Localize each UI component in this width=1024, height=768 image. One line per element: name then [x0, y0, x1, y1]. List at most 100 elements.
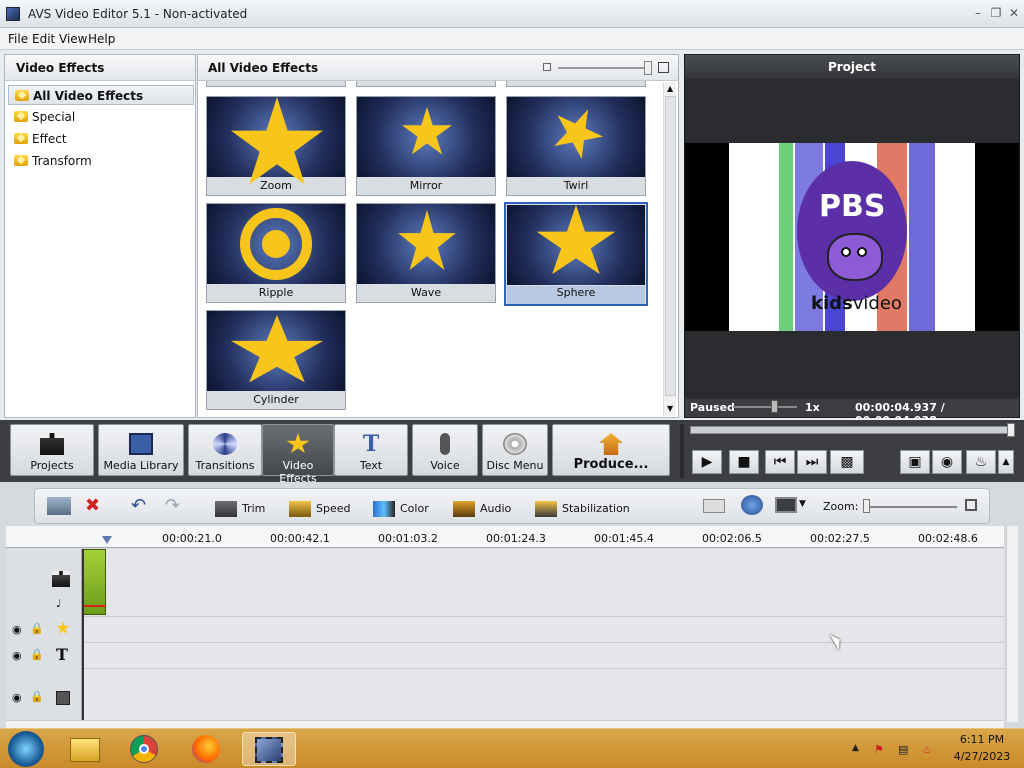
- overlay-track[interactable]: [82, 669, 1004, 721]
- eye-icon[interactable]: ◉: [12, 649, 22, 662]
- play-button[interactable]: ▶: [692, 450, 722, 474]
- webcam-icon[interactable]: [741, 495, 763, 515]
- lock-icon[interactable]: 🔒: [30, 648, 44, 661]
- effect-tile-partial: [356, 81, 496, 87]
- scrollbar-thumb[interactable]: [665, 96, 676, 396]
- minimize-button[interactable]: –: [970, 6, 986, 20]
- text-track[interactable]: [82, 643, 1004, 669]
- folder-icon: [70, 738, 100, 762]
- stop-button[interactable]: ■: [729, 450, 759, 474]
- effects-track[interactable]: [82, 617, 1004, 643]
- effect-tile-wave[interactable]: Wave: [356, 203, 496, 303]
- overlay-track-header: ◉ 🔒: [6, 669, 82, 721]
- category-effect[interactable]: Effect: [8, 129, 194, 149]
- effect-tile-ripple[interactable]: Ripple: [206, 203, 346, 303]
- thumbnail-size-slider[interactable]: [558, 67, 650, 69]
- text-track-icon: T: [56, 645, 68, 664]
- effect-tile-cylinder[interactable]: Cylinder: [206, 310, 346, 410]
- video-preview[interactable]: PBS kidsvideo: [685, 143, 1019, 331]
- effect-tile-twirl[interactable]: Twirl: [506, 96, 646, 196]
- category-transform[interactable]: Transform: [8, 151, 194, 171]
- tray-clock[interactable]: 6:11 PM 4/27/2023: [950, 733, 1014, 763]
- redo-icon[interactable]: ↷: [165, 495, 180, 516]
- projects-button[interactable]: Projects: [10, 424, 94, 476]
- small-thumbnail-icon[interactable]: [543, 63, 551, 71]
- delete-effect-icon[interactable]: [47, 497, 71, 515]
- taskbar-firefox[interactable]: [180, 732, 234, 766]
- trim-button[interactable]: Trim: [215, 501, 265, 517]
- timeline-ruler[interactable]: 00:00:21.0 00:00:42.1 00:01:03.2 00:01:2…: [6, 526, 1004, 548]
- lock-icon[interactable]: 🔒: [30, 622, 44, 635]
- maximize-button[interactable]: ❐: [988, 6, 1004, 20]
- category-special[interactable]: Special: [8, 107, 194, 127]
- film-icon: [255, 737, 283, 763]
- taskbar-file-explorer[interactable]: [58, 732, 112, 766]
- volume-button[interactable]: ♨: [966, 450, 996, 474]
- text-button[interactable]: T Text: [334, 424, 408, 476]
- audio-button[interactable]: Audio: [453, 501, 511, 517]
- produce-button[interactable]: Produce...: [552, 424, 670, 476]
- speed-slider-handle[interactable]: [771, 400, 778, 413]
- title-bar: AVS Video Editor 5.1 - Non-activated – ❐…: [0, 0, 1024, 28]
- stabilization-label: Stabilization: [562, 502, 630, 515]
- effect-tile-zoom[interactable]: Zoom: [206, 96, 346, 196]
- menu-file[interactable]: File: [8, 32, 28, 46]
- effect-tile-sphere[interactable]: Sphere: [504, 202, 648, 306]
- timeline-vertical-scrollbar[interactable]: [1006, 526, 1018, 722]
- video-track[interactable]: [82, 549, 1004, 617]
- tray-expand-icon[interactable]: ▲: [852, 743, 859, 753]
- eye-icon[interactable]: ◉: [12, 691, 22, 704]
- video-effects-button[interactable]: Video Effects: [262, 424, 334, 485]
- monitor-icon[interactable]: [775, 497, 797, 513]
- fit-zoom-icon[interactable]: [965, 499, 977, 511]
- seek-handle[interactable]: [1007, 423, 1015, 437]
- zoom-slider-handle[interactable]: [863, 499, 870, 513]
- previous-frame-button[interactable]: ⏮: [765, 450, 795, 474]
- eye-icon[interactable]: ◉: [12, 623, 22, 636]
- volume-muted-icon[interactable]: ♨: [922, 743, 932, 756]
- audio-label: Audio: [480, 502, 512, 515]
- disc-menu-button[interactable]: Disc Menu: [482, 424, 548, 476]
- color-button[interactable]: Color: [373, 501, 429, 517]
- taskbar-avs-video-editor[interactable]: [242, 732, 296, 766]
- lock-icon[interactable]: 🔒: [30, 690, 44, 703]
- large-thumbnail-icon[interactable]: [658, 62, 669, 73]
- scroll-down-icon[interactable]: ▼: [667, 404, 673, 413]
- audio-mute-icon[interactable]: ♩: [56, 597, 61, 610]
- storyboard-toggle-icon[interactable]: [703, 499, 725, 513]
- action-center-icon[interactable]: ⚑: [874, 743, 884, 756]
- preview-seek-bar[interactable]: [690, 423, 1015, 437]
- snapshot-camera-button[interactable]: ◉: [932, 450, 962, 474]
- media-library-button[interactable]: Media Library: [98, 424, 184, 476]
- fullscreen-preview-button[interactable]: ▩: [830, 450, 864, 474]
- menu-help[interactable]: Help: [88, 32, 115, 46]
- effect-tile-mirror[interactable]: Mirror: [356, 96, 496, 196]
- kidsvideo-text: kidsvideo: [811, 293, 902, 314]
- menu-view[interactable]: View: [59, 32, 87, 46]
- scroll-up-icon[interactable]: ▲: [667, 84, 673, 93]
- undo-icon[interactable]: ↶: [131, 495, 146, 516]
- remove-icon[interactable]: ✖: [85, 495, 100, 516]
- thumbnail-size-handle[interactable]: [644, 61, 652, 75]
- category-all-video-effects[interactable]: All Video Effects: [8, 85, 194, 105]
- folder-icon: [14, 155, 28, 166]
- taskbar-chrome[interactable]: [118, 732, 172, 766]
- close-button[interactable]: ✕: [1006, 6, 1022, 20]
- playhead-icon[interactable]: [102, 536, 112, 544]
- gallery-scrollbar[interactable]: ▲ ▼: [663, 82, 676, 416]
- chevron-down-icon[interactable]: ▼: [799, 499, 806, 509]
- stabilization-button[interactable]: Stabilization: [535, 501, 630, 517]
- transitions-button[interactable]: Transitions: [188, 424, 262, 476]
- timeline-zoom-slider[interactable]: [865, 506, 957, 508]
- volume-menu-arrow[interactable]: ▲: [998, 450, 1014, 474]
- timeline-horizontal-scrollbar[interactable]: [6, 720, 1004, 728]
- speed-button[interactable]: Speed: [289, 501, 350, 517]
- voice-button[interactable]: Voice: [412, 424, 478, 476]
- start-button[interactable]: [8, 731, 44, 767]
- clapper-icon: [52, 571, 70, 587]
- next-frame-button[interactable]: ⏭: [797, 450, 827, 474]
- speed-slider[interactable]: [733, 406, 797, 408]
- preview-mode-button[interactable]: ▣: [900, 450, 930, 474]
- menu-edit[interactable]: Edit: [32, 32, 55, 46]
- network-icon[interactable]: ▤: [898, 743, 908, 756]
